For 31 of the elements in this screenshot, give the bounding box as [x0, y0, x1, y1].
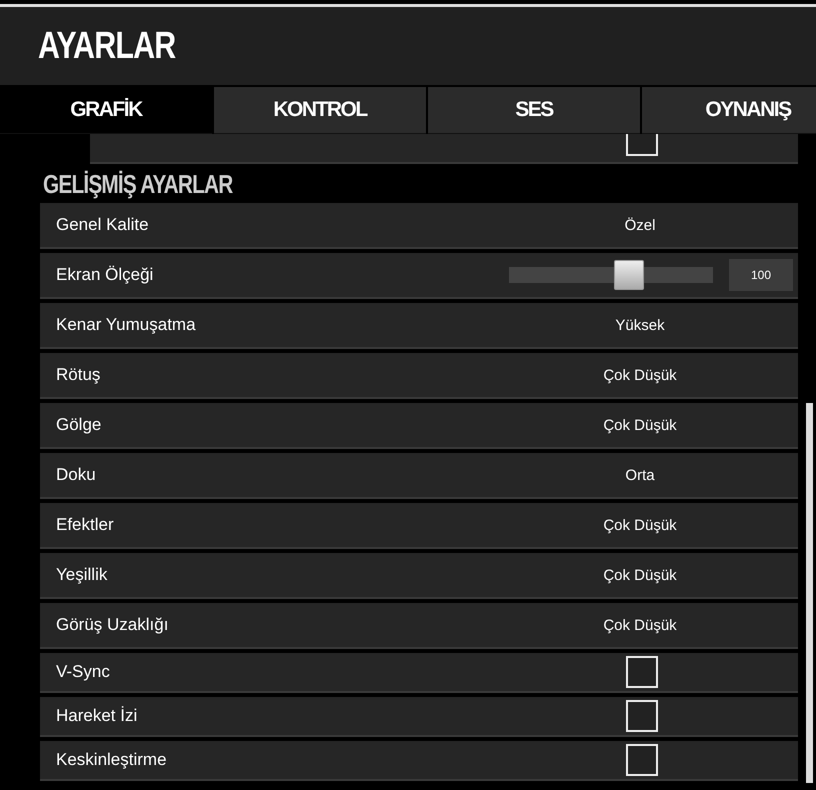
setting-label: Yeşillik — [55, 565, 108, 585]
checkbox[interactable] — [626, 656, 658, 688]
setting-value[interactable]: Çok Düşük — [576, 616, 704, 634]
scrollbar-thumb[interactable] — [806, 403, 813, 783]
setting-value[interactable]: Çok Düşük — [576, 366, 704, 384]
setting-label: Hareket İzi — [55, 706, 138, 726]
setting-value[interactable]: Çok Düşük — [576, 416, 704, 434]
checkbox[interactable] — [626, 700, 658, 732]
setting-value[interactable]: Yüksek — [576, 316, 704, 334]
section-title: GELİŞMİŞ AYARLAR — [43, 169, 234, 200]
setting-label: Keskinleştirme — [55, 750, 168, 770]
window-title: AYARLAR — [38, 24, 176, 68]
setting-label: Genel Kalite — [55, 215, 150, 235]
tab[interactable]: KONTROL — [214, 87, 426, 134]
setting-value[interactable]: Çok Düşük — [576, 516, 704, 534]
setting-label: Efektler — [55, 515, 115, 535]
tab[interactable]: SES — [428, 87, 640, 134]
setting-label: Ekran Ölçeği — [55, 265, 154, 285]
setting-label: Rötuş — [55, 365, 102, 385]
setting-value[interactable]: Çok Düşük — [576, 566, 704, 584]
number-field[interactable]: 100 — [729, 259, 793, 291]
checkbox[interactable] — [626, 744, 658, 776]
setting-value[interactable]: Özel — [576, 216, 704, 234]
setting-label: V-Sync — [55, 662, 111, 682]
setting-label: Kenar Yumuşatma — [55, 315, 197, 335]
setting-label: Gölge — [55, 415, 102, 435]
setting-value[interactable]: Orta — [576, 466, 704, 484]
tab[interactable]: OYNANIŞ — [642, 87, 816, 134]
slider-thumb[interactable] — [614, 260, 644, 290]
setting-label: Görüş Uzaklığı — [55, 615, 170, 635]
setting-label: Doku — [55, 465, 97, 485]
